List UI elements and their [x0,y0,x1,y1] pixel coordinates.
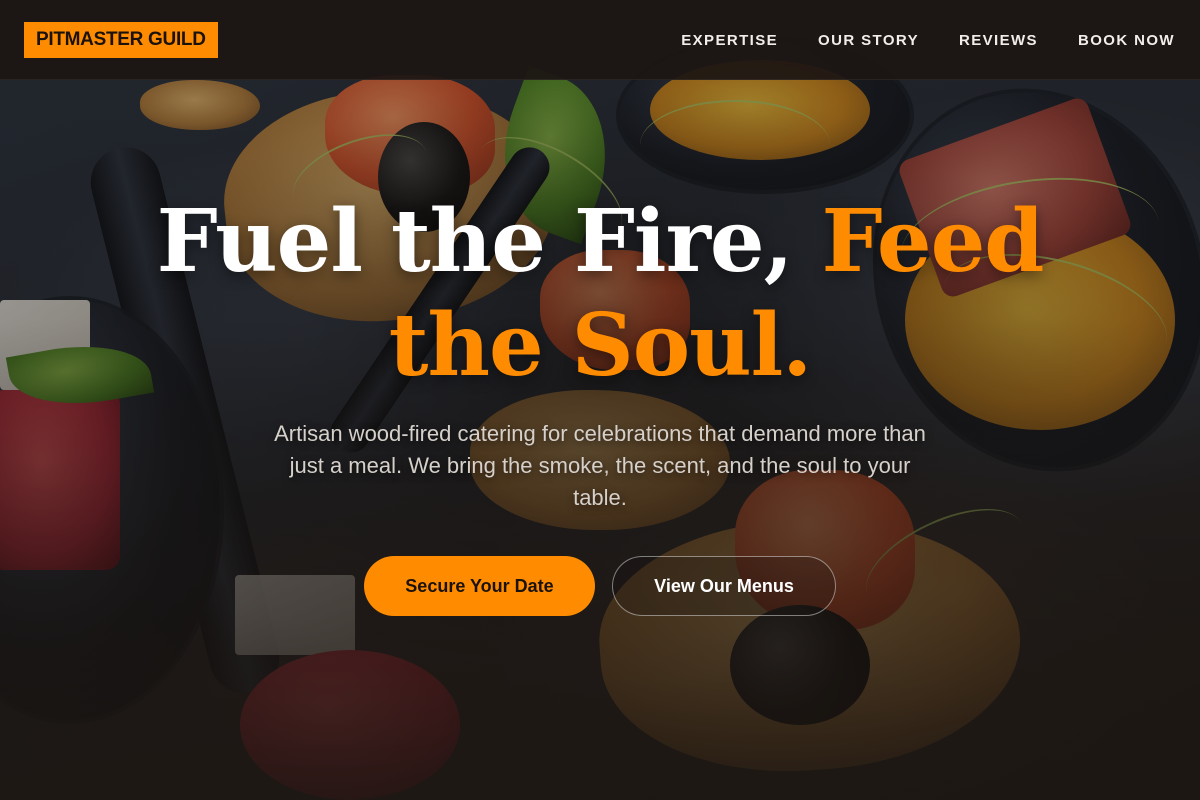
nav-link-book-now[interactable]: BOOK NOW [1078,32,1175,49]
hero-headline: Fuel the Fire, Feed the Soul. [150,190,1050,398]
nav-menu: EXPERTISE OUR STORY REVIEWS BOOK NOW [681,0,1175,80]
secure-your-date-button[interactable]: Secure Your Date [364,556,595,616]
view-our-menus-button[interactable]: View Our Menus [612,556,836,616]
hero-subtitle: Artisan wood-fired catering for celebrat… [274,421,926,510]
top-navbar: PITMASTER GUILD EXPERTISE OUR STORY REVI… [0,0,1200,80]
nav-link-our-story[interactable]: OUR STORY [818,32,919,49]
brand-logo[interactable]: PITMASTER GUILD [24,22,218,58]
nav-link-reviews[interactable]: REVIEWS [959,32,1038,49]
cta-group: Secure Your Date View Our Menus [0,556,1200,616]
hero-section: PITMASTER GUILD EXPERTISE OUR STORY REVI… [0,0,1200,800]
headline-main-text: Fuel the Fire, [156,191,822,292]
nav-link-expertise[interactable]: EXPERTISE [681,32,778,49]
hero-content: Fuel the Fire, Feed the Soul. Artisan wo… [0,190,1200,616]
